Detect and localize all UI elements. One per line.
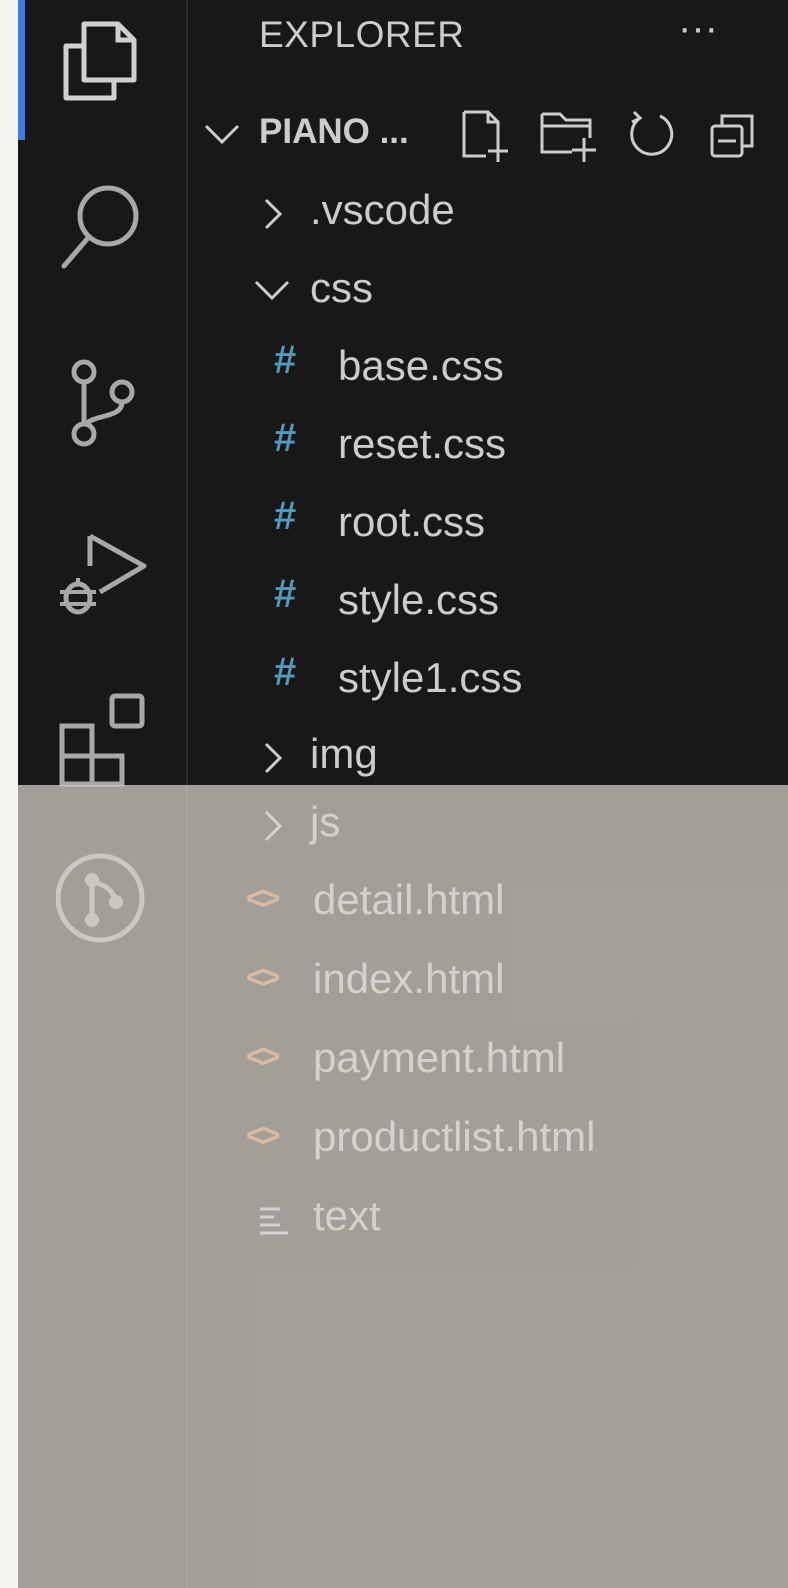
file-label: reset.css: [338, 420, 507, 467]
tree-folder-img[interactable]: img: [188, 718, 788, 796]
git-graph-icon: [56, 853, 145, 943]
file-label: text: [313, 1192, 381, 1239]
collapse-all-icon[interactable]: [708, 108, 764, 164]
tree-file-payment-html[interactable]: <> payment.html: [188, 1022, 788, 1100]
source-control-icon: [71, 359, 135, 447]
tree-folder-vscode[interactable]: .vscode: [188, 174, 788, 252]
more-actions-button[interactable]: ···: [668, 8, 728, 58]
file-label: productlist.html: [313, 1113, 596, 1160]
explorer-icon: [63, 21, 137, 101]
explorer-title: EXPLORER: [259, 14, 465, 55]
chevron-right-icon: [264, 810, 283, 842]
tree-file-style1-css[interactable]: # style1.css: [188, 642, 788, 720]
tree-folder-css[interactable]: css: [188, 252, 788, 330]
activity-bar: [18, 0, 188, 1588]
activity-explorer[interactable]: [18, 0, 186, 170]
file-label: base.css: [338, 342, 504, 389]
folder-label: js: [310, 798, 341, 845]
html-file-icon: <>: [246, 959, 280, 995]
new-file-icon[interactable]: [458, 108, 518, 164]
html-file-icon: <>: [246, 1117, 280, 1153]
active-indicator: [18, 0, 25, 140]
activity-source-control[interactable]: [18, 340, 186, 510]
tree-file-detail-html[interactable]: <> detail.html: [188, 864, 788, 942]
file-label: detail.html: [313, 876, 505, 923]
tree-file-index-html[interactable]: <> index.html: [188, 943, 788, 1021]
refresh-icon[interactable]: [624, 108, 680, 164]
extensions-icon: [59, 693, 145, 787]
tree-file-root-css[interactable]: # root.css: [188, 486, 788, 564]
folder-label: css: [310, 264, 373, 311]
tree-file-productlist-html[interactable]: <> productlist.html: [188, 1101, 788, 1179]
explorer-sidebar: EXPLORER ··· PIANO ... .vscode css # bas…: [188, 0, 788, 1588]
css-file-icon: #: [274, 572, 297, 616]
search-icon: [61, 185, 139, 269]
activity-extensions[interactable]: [18, 680, 186, 850]
file-label: payment.html: [313, 1034, 566, 1081]
new-folder-icon[interactable]: [538, 108, 604, 164]
css-file-icon: #: [274, 650, 297, 694]
activity-run-debug[interactable]: [18, 510, 186, 680]
chevron-down-icon: [204, 124, 240, 145]
vscode-window: EXPLORER ··· PIANO ... .vscode css # bas…: [18, 0, 788, 1588]
folder-label: img: [310, 730, 378, 777]
tree-file-text[interactable]: text: [188, 1180, 788, 1258]
text-file-icon: [260, 1207, 288, 1235]
chevron-right-icon: [264, 742, 283, 774]
chevron-down-icon: [254, 280, 290, 301]
tree-folder-js[interactable]: js: [188, 786, 788, 864]
css-file-icon: #: [274, 416, 297, 460]
run-debug-icon: [60, 533, 147, 615]
tree-file-base-css[interactable]: # base.css: [188, 330, 788, 408]
css-file-icon: #: [274, 338, 297, 382]
folder-label: .vscode: [310, 186, 455, 233]
html-file-icon: <>: [246, 1038, 280, 1074]
tree-file-style-css[interactable]: # style.css: [188, 564, 788, 642]
file-label: index.html: [313, 955, 505, 1002]
activity-search[interactable]: [18, 170, 186, 340]
chevron-right-icon: [264, 198, 283, 230]
file-label: root.css: [338, 498, 486, 545]
file-label: style1.css: [338, 654, 523, 701]
workspace-title: PIANO ...: [259, 112, 409, 151]
file-label: style.css: [338, 576, 500, 623]
html-file-icon: <>: [246, 880, 280, 916]
css-file-icon: #: [274, 494, 297, 538]
tree-file-reset-css[interactable]: # reset.css: [188, 408, 788, 486]
activity-git-graph[interactable]: [18, 840, 186, 1010]
